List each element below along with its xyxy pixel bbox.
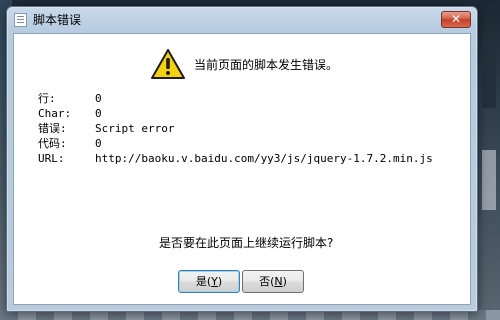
yes-button-label-tail: ) [217,275,223,288]
yes-button-label: 是( [195,275,212,288]
field-label: Char: [38,107,72,120]
error-headline: 当前页面的脚本发生错误。 [194,58,339,72]
title-bar[interactable]: 脚本错误 ✕ [7,7,477,33]
script-error-window-icon [14,13,27,27]
no-button[interactable]: 否(N) [242,270,304,293]
no-button-accelerator: N [274,275,283,288]
desktop-background-right [478,0,500,320]
close-icon: ✕ [450,12,462,26]
field-value: Script error [95,122,175,135]
field-label: URL: [38,152,65,165]
warning-triangle-icon [151,49,185,79]
script-error-dialog: 脚本错误 ✕ 当前页面的脚本发生错误。 行: 0 Char: 0 错误: Scr… [6,6,478,312]
field-value: 0 [95,137,102,150]
field-label: 代码: [38,137,67,150]
dialog-title: 脚本错误 [33,13,82,27]
field-value: 0 [95,107,102,120]
yes-button[interactable]: 是(Y) [178,270,240,293]
field-value: 0 [95,92,102,105]
no-button-label: 否( [259,275,275,288]
close-button[interactable]: ✕ [441,11,471,28]
field-label: 行: [38,92,56,105]
dialog-content: 当前页面的脚本发生错误。 行: 0 Char: 0 错误: Script err… [13,33,471,305]
background-window-edge [482,150,496,210]
continue-question: 是否要在此页面上继续运行脚本? [159,236,334,250]
field-label: 错误: [38,122,67,135]
field-value: http://baoku.v.baidu.com/yy3/js/jquery-1… [95,152,433,165]
yes-button-accelerator: Y [211,275,218,288]
background-window-edge [482,38,496,108]
no-button-label-tail: ) [282,275,287,288]
